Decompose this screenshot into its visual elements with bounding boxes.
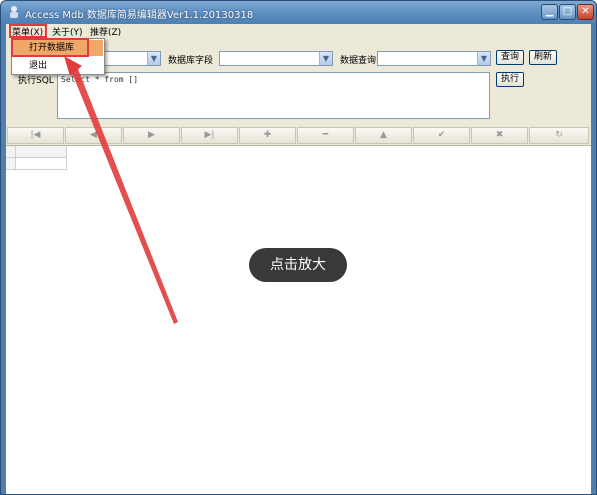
first-record-button[interactable]: |◀: [7, 127, 64, 144]
maximize-button[interactable]: □: [559, 4, 576, 20]
minimize-button[interactable]: ▁: [541, 4, 558, 20]
sql-input[interactable]: Select * from []: [57, 72, 490, 119]
next-record-icon: ▶: [148, 130, 155, 140]
grid-row-indicator: [6, 158, 16, 170]
query-select[interactable]: ▼: [377, 51, 491, 66]
post-edit-button[interactable]: ✔: [413, 127, 470, 144]
app-icon: [10, 6, 18, 18]
last-record-icon: ▶|: [204, 130, 215, 140]
field-label: 数据库字段: [168, 56, 214, 66]
exit-menu-item[interactable]: 退出: [13, 58, 103, 74]
window-title: Access Mdb 数据库简易编辑器Ver1.1.20130318: [25, 10, 254, 21]
grid-data-cell[interactable]: [16, 158, 67, 170]
query-button[interactable]: 查询: [496, 50, 524, 65]
record-navigator: |◀ ◀ ▶ ▶| ✚ ━ ▲ ✔ ✖ ↻: [6, 126, 591, 145]
close-button[interactable]: ✕: [577, 4, 594, 20]
annotation-box-open-database: [11, 38, 89, 57]
menu-bar: 菜单(X) 关于(Y) 推荐(Z): [6, 24, 591, 39]
first-record-icon: |◀: [30, 130, 41, 140]
delete-record-button[interactable]: ━: [297, 127, 354, 144]
chevron-down-icon[interactable]: ▼: [147, 52, 160, 65]
delete-record-icon: ━: [322, 130, 329, 140]
menu-about[interactable]: 关于(Y): [52, 25, 83, 38]
field-select[interactable]: ▼: [219, 51, 333, 66]
query-label: 数据查询: [340, 56, 377, 66]
refresh-data-button[interactable]: ↻: [529, 127, 589, 144]
execute-button[interactable]: 执行: [496, 72, 524, 87]
chevron-down-icon[interactable]: ▼: [477, 52, 490, 65]
post-edit-icon: ✔: [437, 130, 446, 140]
edit-record-icon: ▲: [380, 130, 387, 140]
refresh-button[interactable]: 刷新: [529, 50, 557, 65]
add-record-icon: ✚: [263, 130, 272, 140]
cancel-edit-icon: ✖: [495, 130, 504, 140]
last-record-button[interactable]: ▶|: [181, 127, 238, 144]
prev-record-button[interactable]: ◀: [65, 127, 122, 144]
title-bar[interactable]: Access Mdb 数据库简易编辑器Ver1.1.20130318 ▁ □ ✕: [1, 1, 596, 24]
grid-corner-cell: [6, 146, 16, 158]
next-record-button[interactable]: ▶: [123, 127, 180, 144]
cancel-edit-button[interactable]: ✖: [471, 127, 528, 144]
edit-record-button[interactable]: ▲: [355, 127, 412, 144]
refresh-data-icon: ↻: [555, 130, 563, 140]
zoom-hint-badge[interactable]: 点击放大: [249, 248, 347, 282]
annotation-box-menu: [9, 24, 47, 38]
grid-header-cell[interactable]: [16, 146, 67, 158]
menu-recommend[interactable]: 推荐(Z): [90, 25, 121, 38]
prev-record-icon: ◀: [90, 130, 97, 140]
add-record-button[interactable]: ✚: [239, 127, 296, 144]
chevron-down-icon[interactable]: ▼: [319, 52, 332, 65]
data-grid[interactable]: [6, 145, 591, 494]
